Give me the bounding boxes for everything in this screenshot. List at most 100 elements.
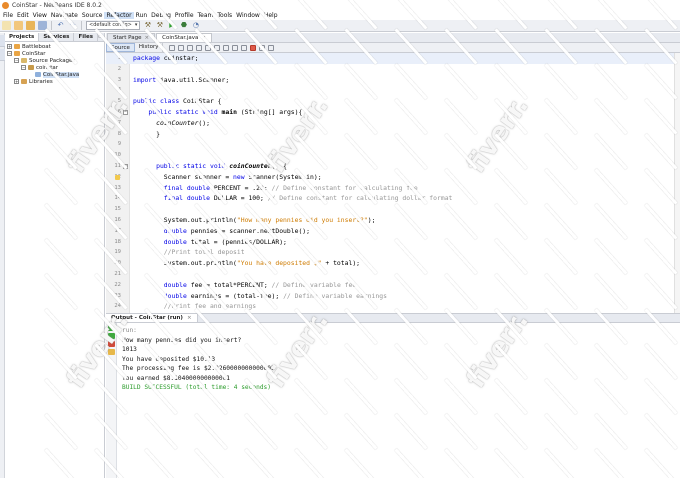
menu-refactor[interactable]: Refactor [104, 11, 134, 19]
tree-item-coinstar[interactable]: − CoinStar [5, 50, 104, 57]
code-line[interactable]: 19 //Print total deposit [106, 247, 680, 258]
tree-item-source-packages[interactable]: − Source Packages [5, 57, 104, 64]
code-text: //Print total deposit [163, 248, 245, 257]
code-line[interactable]: 23 double earnings = (total-fee); // Def… [106, 291, 680, 302]
undo-icon[interactable]: ↶ [56, 21, 65, 30]
clean-build-icon[interactable]: ⚒ [155, 21, 164, 30]
menu-edit[interactable]: Edit [15, 12, 31, 19]
code-line[interactable]: 4 [106, 85, 680, 96]
find-next-icon[interactable] [205, 44, 212, 51]
close-icon[interactable]: × [187, 314, 192, 322]
code-line[interactable]: 2 [106, 64, 680, 75]
collapse-icon[interactable]: − [21, 65, 26, 70]
menu-profile[interactable]: Profile [173, 12, 196, 19]
source-view-button[interactable]: Source [106, 43, 135, 52]
menu-view[interactable]: View [31, 12, 49, 19]
stop-icon[interactable] [108, 341, 115, 347]
code-line[interactable]: 9 [106, 139, 680, 150]
menu-tools[interactable]: Tools [215, 12, 234, 19]
editor-scrollbar[interactable] [674, 53, 680, 313]
redo-icon[interactable]: ↷ [68, 21, 77, 30]
tab-projects[interactable]: Projects [5, 33, 40, 41]
warning-hint-icon[interactable] [115, 174, 120, 180]
output-line: How many pennies did you insert? [122, 336, 242, 344]
menu-source[interactable]: Source [80, 12, 105, 19]
tree-item-battleboat[interactable]: + Battleboat [5, 43, 104, 50]
output-settings-icon[interactable] [108, 349, 115, 355]
code-line[interactable]: 18 double total = (pennies/DOLLAR); [106, 237, 680, 248]
minimize-pane-icon[interactable]: ▭ [98, 33, 105, 41]
menu-help[interactable]: Help [262, 12, 280, 19]
rerun-icon[interactable] [108, 325, 115, 331]
tab-services[interactable]: Services [39, 33, 75, 41]
menu-navigate[interactable]: Navigate [49, 12, 80, 19]
code-editor[interactable]: 1 package coinstar; 2 3 import java.util.Sca… [106, 53, 680, 313]
code-line[interactable]: 8 } [106, 129, 680, 140]
new-file-icon[interactable] [2, 21, 11, 30]
tab-coinstar-java[interactable]: CoinStar.java × [156, 33, 212, 42]
code-line[interactable]: 15 [106, 204, 680, 215]
code-line[interactable]: 22 double fee = total*PERCENT; // Define… [106, 280, 680, 291]
history-view-button[interactable]: History [135, 43, 164, 52]
code-line[interactable]: 17 double pennies = scanner.nextDouble()… [106, 226, 680, 237]
open-project-icon[interactable] [26, 21, 35, 30]
code-line[interactable]: 10 [106, 150, 680, 161]
tree-item-libraries[interactable]: + Libraries [5, 78, 104, 85]
line-number: 19 [114, 249, 121, 256]
menu-team[interactable]: Team [196, 12, 216, 19]
find-previous-icon[interactable] [196, 44, 203, 51]
collapse-icon[interactable]: − [14, 58, 19, 63]
new-project-icon[interactable] [14, 21, 23, 30]
expand-icon[interactable]: + [7, 44, 12, 49]
build-hammer-icon[interactable]: ⚒ [143, 21, 152, 30]
uncomment-icon[interactable] [268, 44, 275, 51]
tree-item-coinstar-java[interactable]: CoinStar.java [5, 71, 104, 78]
tab-output-run[interactable]: Output - CoinStar (run) × [106, 314, 198, 322]
shift-left-icon[interactable] [232, 44, 239, 51]
save-all-icon[interactable] [38, 21, 47, 30]
menu-window[interactable]: Window [234, 12, 262, 19]
shift-right-icon[interactable] [241, 44, 248, 51]
stop-macro-icon[interactable] [250, 44, 257, 51]
code-line[interactable]: 7 coinCounter(); [106, 118, 680, 129]
expand-icon[interactable]: + [14, 79, 19, 84]
code-line[interactable]: 24 //Print fee and earnings [106, 301, 680, 312]
close-icon[interactable]: × [201, 34, 206, 42]
run-icon[interactable]: ▶ [167, 21, 176, 30]
code-line[interactable]: 3 import java.util.Scanner; [106, 75, 680, 86]
code-line[interactable]: 6− public static void main (String[] arg… [106, 107, 680, 118]
line-number: 1 [117, 55, 121, 61]
close-icon[interactable]: × [145, 34, 150, 42]
code-line[interactable]: 14 final double DOLLAR = 100; // Define … [106, 193, 680, 204]
tab-start-page[interactable]: Start Page × [107, 33, 156, 42]
menu-run[interactable]: Run [134, 12, 150, 19]
code-line[interactable]: 12 Scanner scanner = new Scanner(System.… [106, 172, 680, 183]
code-line[interactable]: 11− public static void coinCounter() { [106, 161, 680, 172]
code-line[interactable]: 16 System.out.println("How many pennies … [106, 215, 680, 226]
menu-file[interactable]: File [1, 12, 15, 19]
comment-icon[interactable] [259, 44, 266, 51]
menu-debug[interactable]: Debug [149, 12, 173, 19]
toggle-highlight-icon[interactable] [214, 44, 221, 51]
toggle-bookmark-icon[interactable] [223, 44, 230, 51]
collapse-icon[interactable]: − [7, 51, 12, 56]
forward-icon[interactable] [178, 44, 185, 51]
back-icon[interactable] [169, 44, 176, 51]
config-select[interactable]: <default config> ▾ [86, 21, 141, 30]
code-line[interactable]: 20 System.out.println("You have deposite… [106, 258, 680, 269]
tab-files[interactable]: Files [74, 33, 98, 41]
debug-icon[interactable]: ⬣ [179, 21, 188, 30]
profile-icon[interactable]: ◔ [191, 21, 200, 30]
editor-tool-icons [169, 44, 275, 51]
fold-toggle-icon[interactable]: − [123, 110, 128, 115]
code-line[interactable]: 21 [106, 269, 680, 280]
tree-item-coinstar-package[interactable]: − coinstar [5, 64, 104, 71]
rerun-with-params-icon[interactable] [108, 333, 115, 339]
fold-toggle-icon[interactable]: − [123, 164, 128, 169]
find-icon[interactable] [187, 44, 194, 51]
code-line[interactable]: 1 package coinstar; [106, 53, 680, 64]
code-text: System.out.println("You have deposited $… [133, 259, 361, 268]
code-line[interactable]: 13 final double PERCENT = .20; // Define… [106, 183, 680, 194]
code-line[interactable]: 5 public class CoinStar { [106, 96, 680, 107]
project-tree: + Battleboat − CoinStar − Source Package… [5, 42, 104, 85]
